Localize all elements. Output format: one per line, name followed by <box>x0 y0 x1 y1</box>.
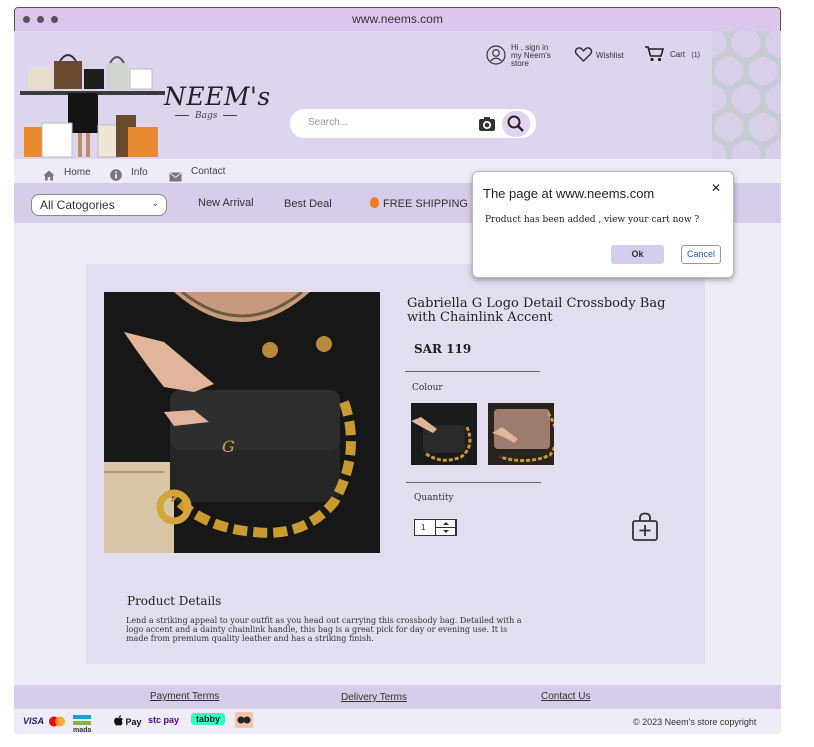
category-select-value: All Catogories <box>40 198 115 212</box>
colour-swatch-black[interactable] <box>411 403 477 465</box>
colour-divider <box>406 482 541 483</box>
quantity-step-buttons[interactable] <box>435 519 457 536</box>
decrement-arrow-icon[interactable] <box>443 530 449 533</box>
close-icon[interactable]: ✕ <box>711 181 721 195</box>
apple-pay-icon: Pay <box>114 715 142 727</box>
tabby-label: tabby <box>196 714 221 724</box>
mada-label: mada <box>73 726 92 734</box>
nav-new-arrival[interactable]: New Arrival <box>198 197 254 209</box>
confirm-dialog: The page at www.neems.com ✕ Product has … <box>472 171 734 278</box>
cart-icon[interactable] <box>644 45 665 66</box>
cart-link[interactable]: Cart (1) <box>670 50 700 59</box>
increment-arrow-icon[interactable] <box>443 522 449 525</box>
flame-icon <box>370 197 379 208</box>
product-image[interactable]: G <box>104 292 380 553</box>
stc-pay-icon: stc pay <box>148 715 180 725</box>
mada-icon: mada <box>73 714 107 734</box>
heart-icon[interactable] <box>574 46 593 67</box>
quantity-value[interactable]: 1 <box>421 523 425 532</box>
tabby-icon: tabby <box>191 713 226 725</box>
camera-icon[interactable] <box>476 113 498 135</box>
colour-swatch-taupe[interactable] <box>488 403 554 465</box>
colour-label: Colour <box>412 383 443 393</box>
free-shipping-label: FREE SHIPPING <box>383 198 468 210</box>
nav-best-deal[interactable]: Best Deal <box>284 198 332 210</box>
page-viewport: NEEM's Bags Search... Hi , sign in my Ne… <box>14 7 781 734</box>
product-details-title: Product Details <box>127 594 222 608</box>
dialog-title: The page at www.neems.com <box>483 186 655 201</box>
signin-line-3: store <box>511 59 529 68</box>
cart-label: Cart <box>670 50 686 59</box>
chevron-down-icon: ⌄ <box>151 198 159 208</box>
nav-free-shipping[interactable]: FREE SHIPPING <box>370 197 468 210</box>
brand-name[interactable]: NEEM's <box>164 82 271 111</box>
visa-icon: VISA <box>23 716 45 726</box>
product-details-text: Lend a striking appeal to your outfit as… <box>126 616 522 643</box>
dialog-message: Product has been added , view your cart … <box>485 215 700 225</box>
shopping-bag-plus-icon <box>632 512 658 541</box>
quantity-label: Quantity <box>414 493 454 503</box>
wishlist-link[interactable]: Wishlist <box>596 51 624 60</box>
add-to-bag-button[interactable] <box>631 512 659 542</box>
product-price: SAR 119 <box>414 342 472 356</box>
footer-delivery-terms[interactable]: Delivery Terms <box>341 692 407 703</box>
quantity-stepper[interactable]: 1 <box>414 519 457 536</box>
brand-tagline: Bags <box>169 111 243 121</box>
nav-info[interactable]: Info <box>131 167 148 178</box>
mastercard-icon <box>47 716 67 727</box>
svg-text:G: G <box>222 437 235 456</box>
signin-link[interactable]: Hi , sign in my Neem's store <box>511 44 551 68</box>
footer-payment-terms[interactable]: Payment Terms <box>150 691 219 702</box>
search-button[interactable] <box>502 111 530 137</box>
category-select[interactable]: All Catogories ⌄ <box>31 194 167 216</box>
cancel-button[interactable]: Cancel <box>681 245 721 264</box>
cart-count-badge: (1) <box>691 52 700 59</box>
apple-pay-label: Pay <box>125 717 142 727</box>
nav-contact[interactable]: Contact <box>191 166 225 177</box>
tamara-icon <box>235 712 253 728</box>
ok-button[interactable]: Ok <box>611 245 664 264</box>
search-placeholder: Search... <box>308 117 349 128</box>
user-icon[interactable] <box>486 45 506 69</box>
copyright-text: © 2023 Neem's store copyright <box>633 717 757 727</box>
product-title: Gabriella G Logo Detail Crossbody Bag wi… <box>407 296 666 325</box>
footer-contact-us[interactable]: Contact Us <box>541 691 590 702</box>
nav-home[interactable]: Home <box>64 167 91 178</box>
search-icon <box>507 115 524 132</box>
brand-logo-illustration <box>20 35 165 161</box>
price-divider <box>405 371 540 372</box>
search-input[interactable]: Search... <box>290 109 536 138</box>
